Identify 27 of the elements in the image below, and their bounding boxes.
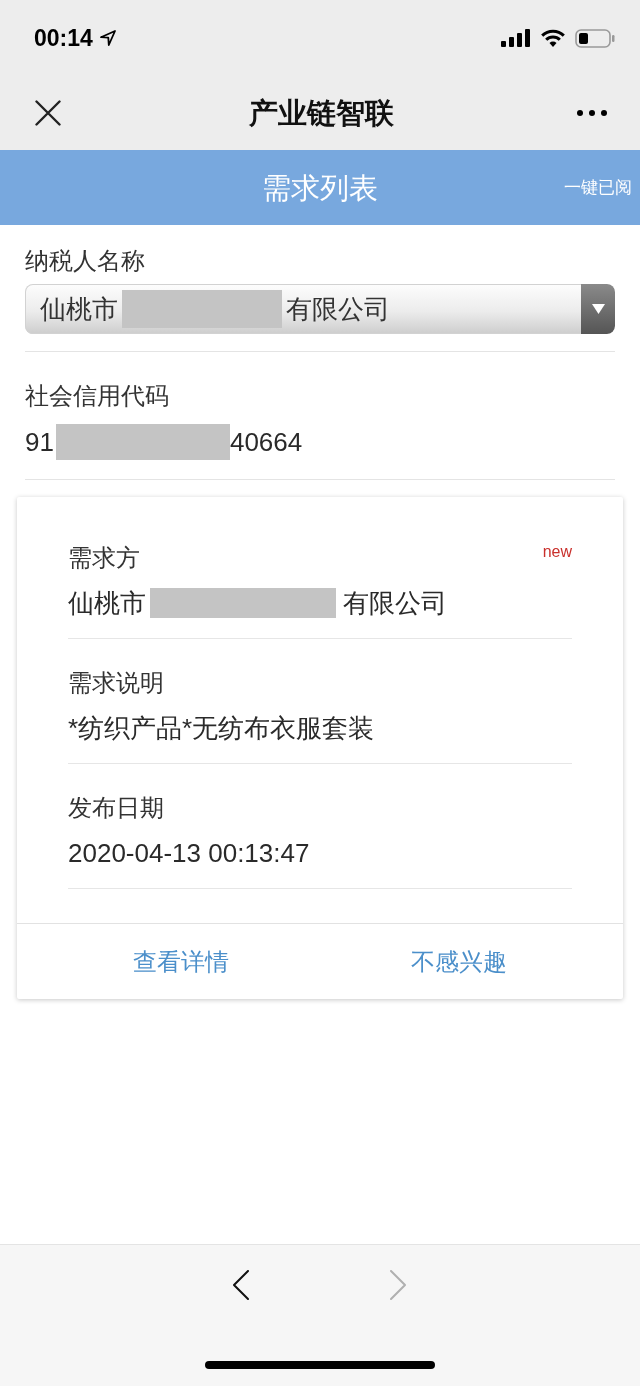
- mark-all-read-button[interactable]: 一键已阅: [564, 172, 632, 203]
- field-label: 需求说明: [68, 668, 164, 698]
- field-value: 40664: [229, 426, 303, 459]
- status-time: 00:14: [34, 24, 93, 52]
- field-value: 2020-04-13 00:13:47: [68, 837, 310, 870]
- more-icon: [577, 110, 607, 116]
- field-value: 仙桃市: [68, 587, 146, 620]
- view-details-button[interactable]: 查看详情: [123, 940, 239, 983]
- field-value: 有限公司: [343, 587, 447, 620]
- close-icon: [35, 100, 61, 126]
- wifi-icon: [540, 29, 566, 47]
- not-interested-button[interactable]: 不感兴趣: [401, 940, 517, 983]
- battery-icon: [575, 28, 615, 48]
- field-value: *纺织产品*无纺布衣服套装: [68, 712, 375, 745]
- field-label: 社会信用代码: [25, 381, 169, 411]
- chevron-left-icon: [232, 1270, 249, 1300]
- field-value: 91: [25, 426, 54, 459]
- header-title: 需求列表: [262, 170, 378, 206]
- field-label: 纳税人名称: [25, 246, 145, 276]
- location-arrow-icon: [99, 30, 116, 46]
- company-select[interactable]: 仙桃市 有限公司: [25, 284, 615, 334]
- field-label: 需求方: [68, 543, 140, 573]
- new-label: new: [542, 543, 572, 561]
- chevron-right-icon: [389, 1270, 406, 1300]
- field-label: 发布日期: [68, 793, 164, 823]
- page-title: 产业链智联: [248, 96, 394, 131]
- signal-icon: [501, 29, 531, 47]
